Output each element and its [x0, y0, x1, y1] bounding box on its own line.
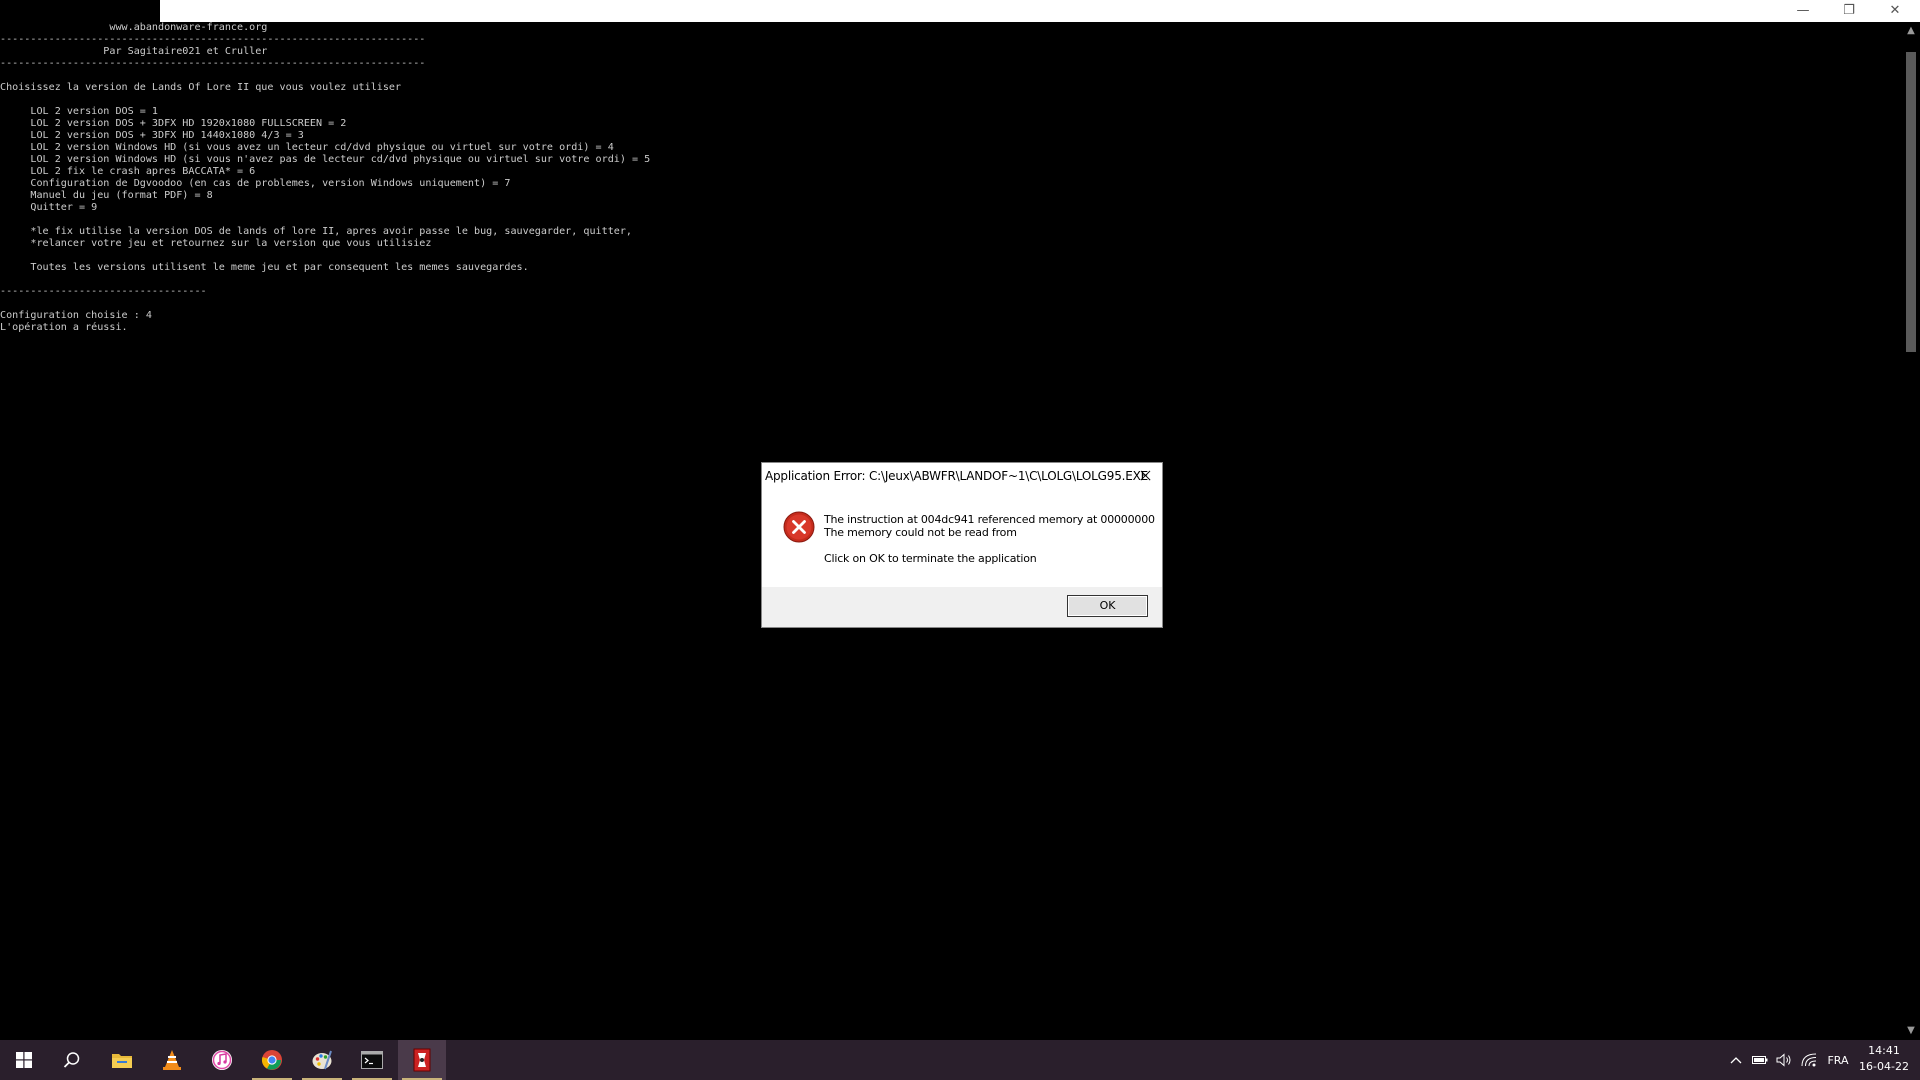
dialog-title: Application Error: C:\Jeux\ABWFR\LANDOF~…: [765, 469, 1149, 483]
network-icon[interactable]: [1798, 1040, 1820, 1080]
console-line: *le fix utilise la version DOS de lands …: [0, 226, 633, 237]
clock-time: 14:41: [1868, 1044, 1900, 1057]
game-icon: [413, 1048, 431, 1072]
close-button[interactable]: ✕: [1872, 0, 1918, 22]
search-button[interactable]: [48, 1040, 96, 1080]
console-line: LOL 2 version DOS + 3DFX HD 1920x1080 FU…: [0, 118, 347, 129]
chrome-icon: [261, 1050, 282, 1070]
vlc-button[interactable]: [148, 1040, 196, 1080]
minimize-button[interactable]: —: [1780, 0, 1826, 22]
music-icon: [212, 1050, 232, 1070]
console-line: Manuel du jeu (format PDF) = 8: [0, 190, 213, 201]
console-line: Choisissez la version de Lands Of Lore I…: [0, 82, 402, 93]
scroll-up-arrow-icon[interactable]: ▲: [1902, 22, 1920, 40]
file-explorer-button[interactable]: [98, 1040, 146, 1080]
ok-button[interactable]: OK: [1067, 595, 1148, 617]
windows-icon: [16, 1052, 32, 1068]
console-line: ----------------------------------------…: [0, 58, 426, 69]
console-line: Configuration choisie : 4: [0, 310, 152, 321]
error-message-line-2: The memory could not be read from: [824, 526, 1017, 539]
scrollbar-thumb[interactable]: [1906, 52, 1916, 352]
show-hidden-icons-chevron-up-icon[interactable]: [1726, 1040, 1746, 1080]
console-line: ----------------------------------: [0, 286, 207, 297]
chrome-button[interactable]: [248, 1040, 296, 1080]
itunes-button[interactable]: [198, 1040, 246, 1080]
console-line: Toutes les versions utilisent le meme je…: [0, 262, 529, 273]
dialog-close-button[interactable]: [1132, 464, 1158, 488]
start-button[interactable]: [0, 1040, 48, 1080]
search-icon: [63, 1052, 80, 1068]
console-line: LOL 2 fix le crash apres BACCATA* = 6: [0, 166, 256, 177]
console-line: L'opération a réussi.: [0, 322, 128, 333]
console-line: LOL 2 version Windows HD (si vous n'avez…: [0, 154, 651, 165]
console-title-bar: — ❐ ✕: [0, 0, 1920, 22]
title-bar-background: [160, 0, 1920, 22]
console-line: *relancer votre jeu et retournez sur la …: [0, 238, 432, 249]
lands-of-lore-button[interactable]: [398, 1040, 446, 1080]
restore-button[interactable]: ❐: [1826, 0, 1872, 22]
console-line: Par Sagitaire021 et Cruller: [0, 46, 268, 57]
console-line: www.abandonware-france.org: [0, 22, 268, 33]
error-message-line-3: Click on OK to terminate the application: [824, 552, 1037, 565]
console-line: Configuration de Dgvoodoo (en cas de pro…: [0, 178, 511, 189]
folder-icon: [112, 1054, 132, 1068]
taskbar: FRA 14:41 16-04-22: [0, 1040, 1920, 1080]
console-scrollbar[interactable]: ▲ ▼: [1902, 22, 1920, 1040]
terminal-icon: [361, 1051, 383, 1069]
error-message-line-1: The instruction at 004dc941 referenced m…: [824, 513, 1155, 526]
scroll-down-arrow-icon[interactable]: ▼: [1902, 1022, 1920, 1040]
command-prompt-button[interactable]: [348, 1040, 396, 1080]
console-line: LOL 2 version Windows HD (si vous avez u…: [0, 142, 614, 153]
console-line: ----------------------------------------…: [0, 34, 426, 45]
clock-date: 16-04-22: [1859, 1060, 1909, 1073]
application-error-dialog: Application Error: C:\Jeux\ABWFR\LANDOF~…: [761, 462, 1163, 628]
battery-icon[interactable]: [1750, 1040, 1770, 1080]
paint-button[interactable]: [298, 1040, 346, 1080]
console-line: LOL 2 version DOS = 1: [0, 106, 159, 117]
console-line: Quitter = 9: [0, 202, 98, 213]
taskbar-clock[interactable]: 14:41 16-04-22: [1854, 1043, 1914, 1075]
dialog-footer: OK: [762, 587, 1162, 627]
input-language-indicator[interactable]: FRA: [1822, 1040, 1854, 1080]
error-icon: [783, 511, 815, 543]
console-line: LOL 2 version DOS + 3DFX HD 1440x1080 4/…: [0, 130, 304, 141]
vlc-icon: [163, 1050, 181, 1070]
volume-icon[interactable]: [1774, 1040, 1794, 1080]
paint-icon: [312, 1050, 332, 1070]
